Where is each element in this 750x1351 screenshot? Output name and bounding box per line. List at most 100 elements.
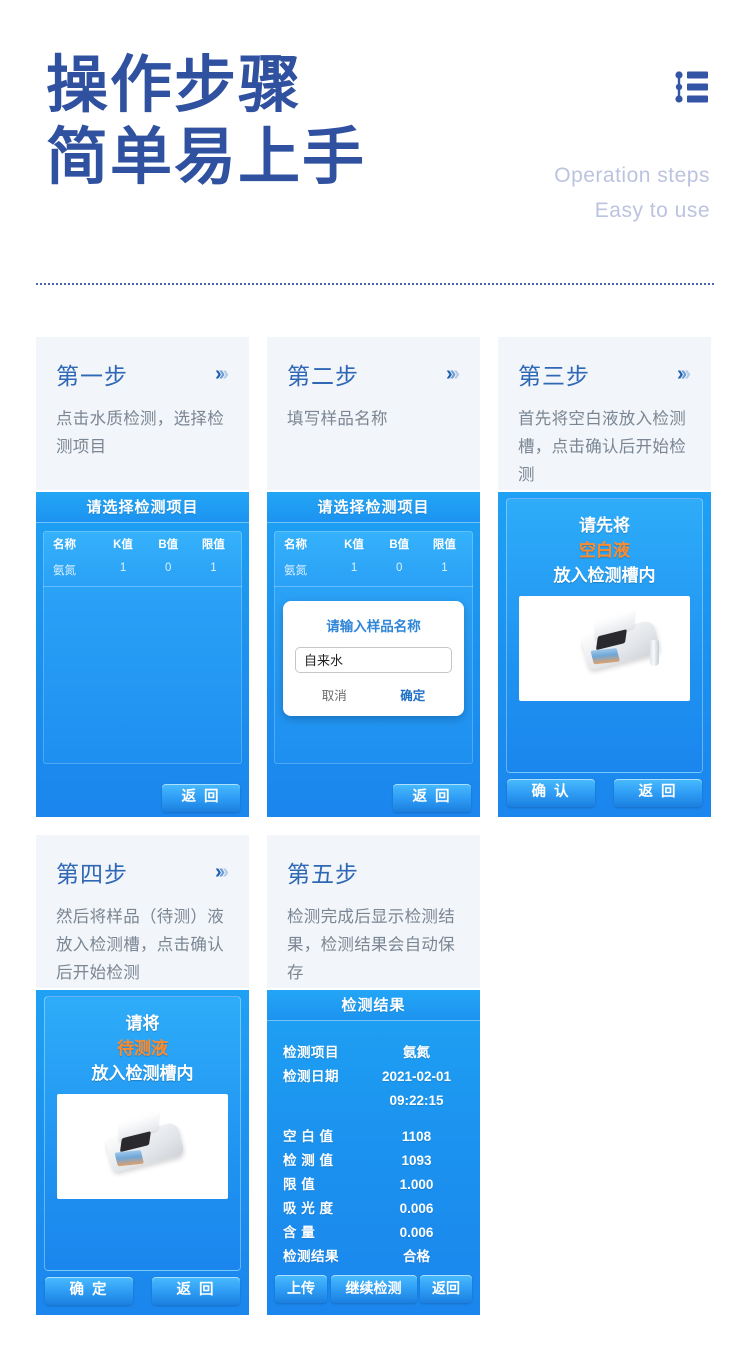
- result-key: 限 值: [283, 1177, 316, 1192]
- cell-name: 氨氮: [284, 565, 307, 577]
- table-row[interactable]: 氨氮 1 0 1: [43, 557, 242, 587]
- step-card-4-desc: 然后将样品（待测）液放入检测槽，点击确认后开始检测: [56, 908, 224, 982]
- continue-detection-button[interactable]: 继续检测: [330, 1275, 417, 1303]
- step-card-1-desc: 点击水质检测，选择检测项目: [56, 410, 224, 456]
- result-row-date: 检测日期 2021-02-01: [283, 1065, 464, 1089]
- chevron-right-icon: › › ›: [677, 364, 691, 384]
- prompt-line-2-accent: 待测液: [117, 1039, 168, 1058]
- back-button[interactable]: 返回: [420, 1275, 472, 1303]
- result-spacer: [283, 1113, 464, 1125]
- table-row[interactable]: 氨氮 1 0 1: [274, 557, 473, 587]
- result-value: 0.006: [399, 1225, 434, 1240]
- list-icon-svg: [675, 71, 708, 103]
- step-card-3: 第三步 › › › 首先将空白液放入检测槽，点击确认后开始检测 请先将 空白液 …: [498, 337, 711, 817]
- page-root: 操作步骤 简单易上手 Operation steps Easy to use 第…: [0, 0, 750, 1351]
- chevron-right-icon: › › ›: [446, 363, 460, 385]
- result-value: 0.006: [399, 1201, 434, 1216]
- result-row-content: 含 量 0.006: [283, 1221, 464, 1245]
- chevron-right-icon: › › ›: [215, 861, 229, 883]
- header-divider: [36, 283, 714, 285]
- cell-b: 0: [396, 562, 403, 574]
- col-k: K值: [113, 539, 133, 551]
- result-key: 含 量: [283, 1225, 316, 1240]
- result-row-absorbance: 吸 光 度 0.006: [283, 1197, 464, 1221]
- prompt-panel: 请将 待测液 放入检测槽内: [44, 996, 241, 1271]
- cell-k: 1: [119, 562, 127, 574]
- page-header: 操作步骤 简单易上手 Operation steps Easy to use: [0, 0, 750, 285]
- step-card-2-head: 第二步 › › ›: [287, 357, 460, 391]
- back-button[interactable]: 返 回: [614, 779, 702, 807]
- table-header-row: 名称 K值 B值 限值: [274, 531, 473, 557]
- device-screen-5-body: 检测项目 氨氮 检测日期 2021-02-01 09:22:15 空 白 值 1…: [267, 1021, 480, 1315]
- cancel-button[interactable]: 取消: [295, 685, 374, 704]
- result-row-measured: 检 测 值 1093: [283, 1149, 464, 1173]
- result-value: 1093: [401, 1153, 432, 1168]
- prompt-panel: 请先将 空白液 放入检测槽内: [506, 498, 703, 773]
- step-card-1-text: 第一步 › › › 点击水质检测，选择检测项目: [36, 337, 249, 490]
- col-name: 名称: [53, 539, 76, 551]
- prompt-buttons-4: 确 定 返 回: [45, 1277, 240, 1305]
- step-card-5-desc: 检测完成后显示检测结果，检测结果会自动保存: [287, 908, 455, 982]
- meter-body-icon: [580, 608, 661, 670]
- table-header-row: 名称 K值 B值 限值: [43, 531, 242, 557]
- sample-name-dialog: 请输入样品名称 自来水 取消 确定: [283, 601, 464, 716]
- confirm-button[interactable]: 确定: [374, 685, 453, 704]
- step-card-1-head: 第一步 › › ›: [56, 357, 229, 391]
- cell-limit: 1: [210, 562, 217, 574]
- corner-bracket-icon: [529, 596, 543, 610]
- device-photo: [57, 1094, 228, 1199]
- upload-button[interactable]: 上传: [275, 1275, 327, 1303]
- back-button[interactable]: 返 回: [162, 784, 240, 812]
- device-screen-5: 检测结果 检测项目 氨氮 检测日期 2021-02-01 09:22:15 空 …: [267, 990, 480, 1315]
- result-key: 吸 光 度: [283, 1201, 334, 1216]
- step-card-2: 第二步 › › › 填写样品名称 请选择检测项目 名称 K值 B值 限值 氨氮 …: [267, 337, 480, 817]
- subtitle-english: Operation steps Easy to use: [554, 158, 710, 228]
- back-button[interactable]: 返 回: [152, 1277, 240, 1305]
- device-screen-4: 请将 待测液 放入检测槽内 确 定 返 回: [36, 990, 249, 1315]
- chevron-3: ›: [453, 363, 460, 385]
- sample-name-input[interactable]: 自来水: [295, 647, 452, 673]
- device-screen-5-title: 检测结果: [267, 990, 480, 1021]
- result-key: 检测项目: [283, 1045, 339, 1060]
- result-fields: 检测项目 氨氮 检测日期 2021-02-01 09:22:15 空 白 值 1…: [267, 1021, 480, 1269]
- corner-bracket-icon: [67, 1094, 81, 1108]
- confirm-button[interactable]: 确 定: [45, 1277, 133, 1305]
- list-icon[interactable]: [674, 68, 710, 106]
- device-screen-4-body: 请将 待测液 放入检测槽内 确 定 返 回: [36, 990, 249, 1315]
- chevron-3: ›: [222, 861, 229, 883]
- prompt-line-3: 放入检测槽内: [553, 566, 656, 585]
- step-card-3-label: 第三步: [518, 363, 590, 389]
- result-key: [283, 1089, 369, 1113]
- subtitle-line-1: Operation steps: [554, 164, 710, 187]
- col-limit: 限值: [432, 539, 456, 551]
- result-row-time: 09:22:15: [283, 1089, 464, 1113]
- cell-limit: 1: [441, 562, 448, 574]
- step-card-4: 第四步 › › › 然后将样品（待测）液放入检测槽，点击确认后开始检测 请将 待…: [36, 835, 249, 1315]
- subtitle-line-2: Easy to use: [594, 199, 710, 222]
- step-card-3-text: 第三步 › › › 首先将空白液放入检测槽，点击确认后开始检测: [498, 337, 711, 490]
- meter-body-icon: [105, 1110, 186, 1173]
- page-title: 操作步骤 简单易上手: [46, 50, 366, 194]
- prompt-line-1: 请将: [125, 1014, 160, 1033]
- result-value: 09:22:15: [389, 1093, 444, 1108]
- step-card-4-text: 第四步 › › › 然后将样品（待测）液放入检测槽，点击确认后开始检测: [36, 835, 249, 988]
- result-value: 合格: [403, 1249, 430, 1264]
- step-card-2-desc: 填写样品名称: [287, 410, 388, 428]
- confirm-button[interactable]: 确 认: [507, 779, 595, 807]
- step-card-5: 第五步 检测完成后显示检测结果，检测结果会自动保存 检测结果 检测项目 氨氮 检…: [267, 835, 480, 1315]
- result-row-blank: 空 白 值 1108: [283, 1125, 464, 1149]
- steps-grid: 第一步 › › › 点击水质检测，选择检测项目 请选择检测项目 名称 K值 B值…: [36, 337, 718, 1315]
- meter-screen-icon: [114, 1149, 145, 1166]
- result-value: 2021-02-01: [381, 1069, 452, 1084]
- result-key: 检测日期: [283, 1069, 339, 1084]
- result-key: 检 测 值: [283, 1153, 334, 1168]
- device-screen-1: 请选择检测项目 名称 K值 B值 限值 氨氮 1 0 1 返 回: [36, 492, 249, 817]
- device-screen-1-title: 请选择检测项目: [36, 492, 249, 523]
- step-card-4-label: 第四步: [56, 861, 128, 887]
- result-value: 1.000: [399, 1177, 434, 1192]
- chevron-right-icon: › › ›: [215, 364, 229, 384]
- back-button[interactable]: 返 回: [393, 784, 471, 812]
- result-value: 1108: [401, 1129, 432, 1144]
- detection-item-table: 名称 K值 B值 限值 氨氮 1 0 1: [43, 531, 242, 764]
- step-card-1: 第一步 › › › 点击水质检测，选择检测项目 请选择检测项目 名称 K值 B值…: [36, 337, 249, 817]
